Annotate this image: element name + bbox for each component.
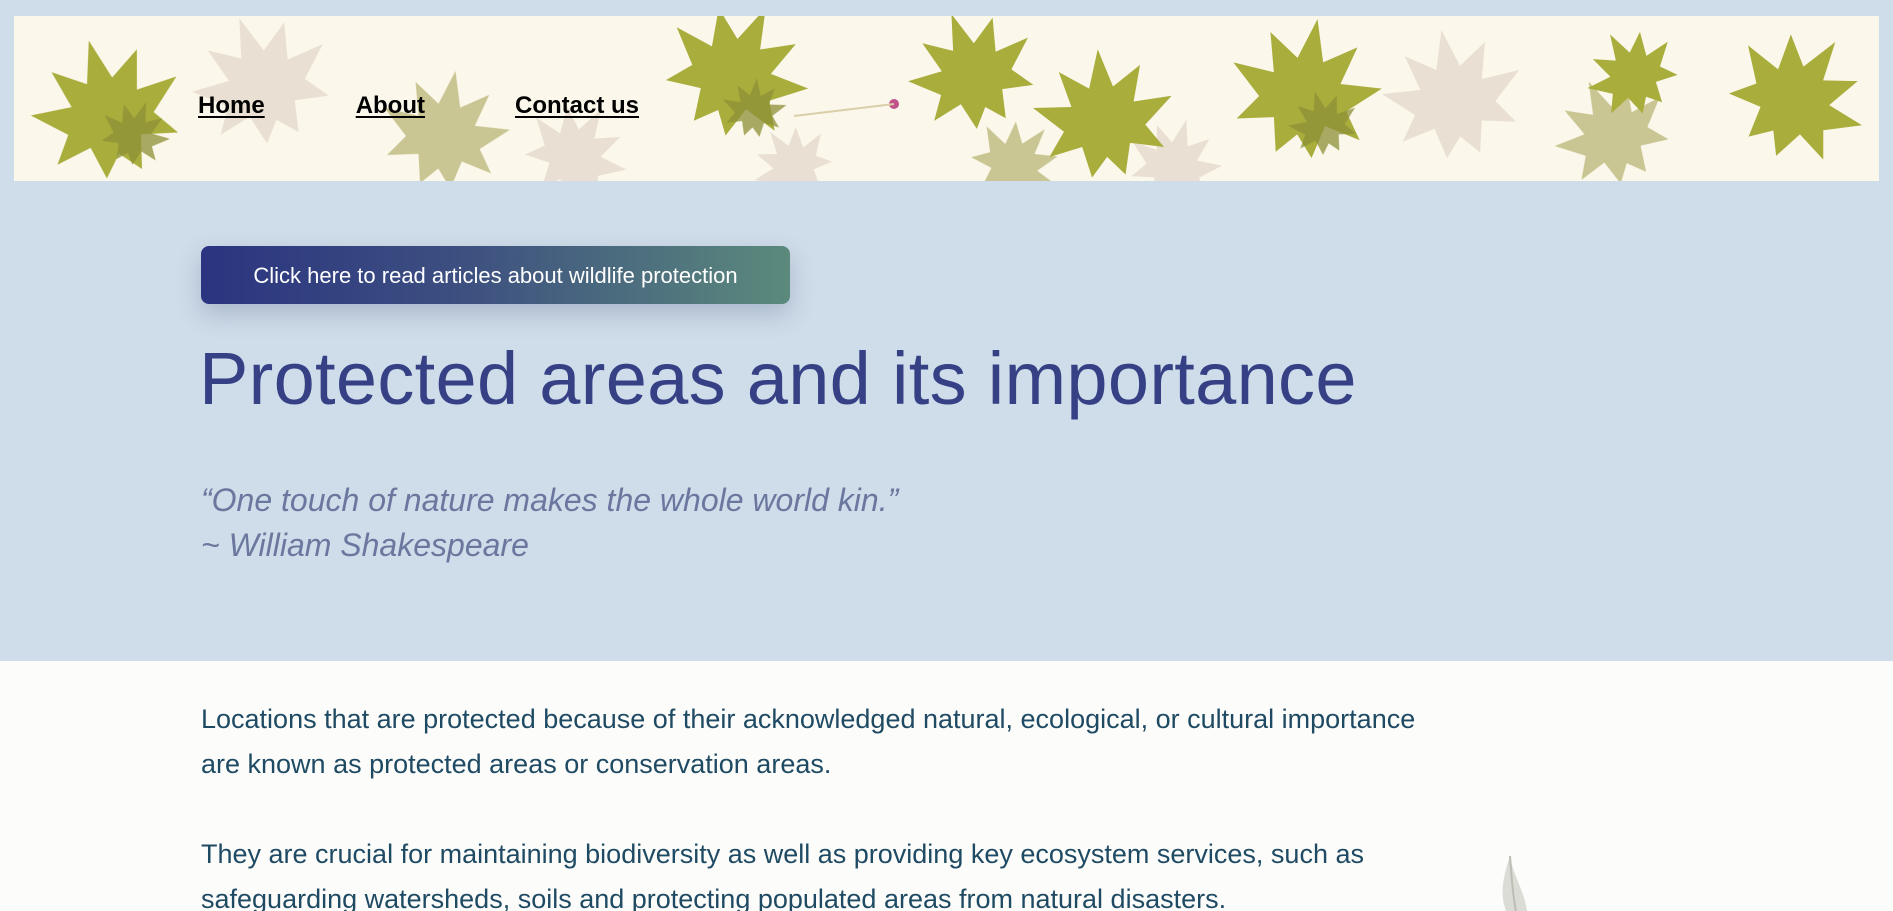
page-title: Protected areas and its importance: [199, 337, 1357, 420]
quote-block: “One touch of nature makes the whole wor…: [201, 478, 898, 568]
header-banner: Home About Contact us: [14, 16, 1879, 181]
main-nav: Home About Contact us: [198, 92, 639, 120]
nav-link-contact[interactable]: Contact us: [515, 92, 639, 120]
nav-link-home[interactable]: Home: [198, 92, 265, 120]
paragraph-importance: They are crucial for maintaining biodive…: [201, 839, 1364, 911]
leaf-icon: [1502, 855, 1528, 911]
hero-section: Click here to read articles about wildli…: [0, 181, 1893, 661]
paragraph-intro: Locations that are protected because of …: [201, 704, 1416, 779]
nav-link-about[interactable]: About: [356, 92, 425, 120]
article-content: Locations that are protected because of …: [0, 661, 1893, 911]
read-articles-button[interactable]: Click here to read articles about wildli…: [201, 246, 790, 304]
quote-text: “One touch of nature makes the whole wor…: [201, 482, 899, 518]
quote-author: ~ William Shakespeare: [201, 527, 529, 563]
